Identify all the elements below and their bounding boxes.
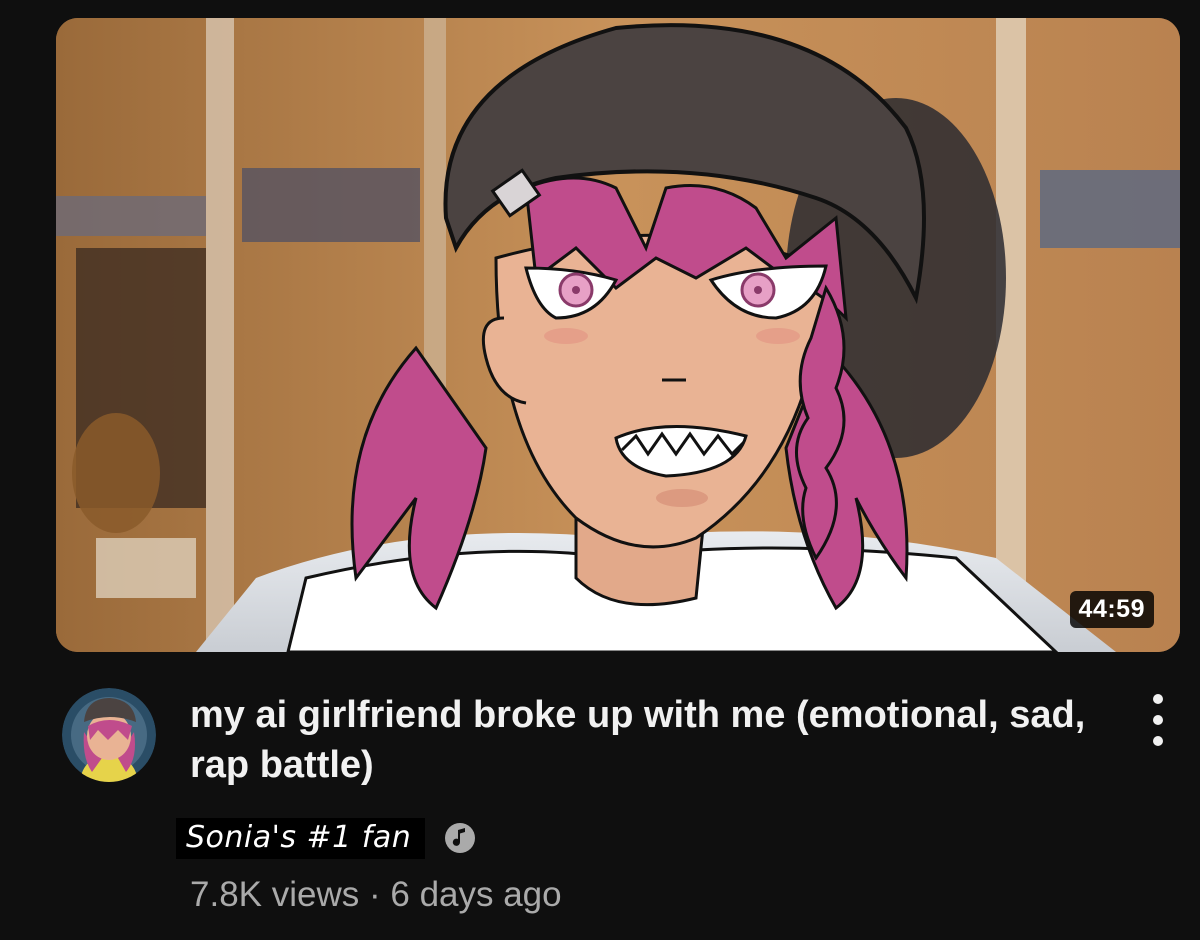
video-thumbnail[interactable]: 44:59 [56,18,1180,652]
menu-dot [1153,715,1163,725]
meta-separator: · [368,875,381,914]
channel-name[interactable]: Sonia's #1 fan [176,817,426,859]
avatar-image [62,688,156,782]
video-title[interactable]: my ai girlfriend broke up with me (emoti… [190,690,1090,790]
video-card: 44:59 my ai girlfriend broke up with me … [0,0,1200,940]
channel-row: Sonia's #1 fan [176,812,477,864]
duration-badge: 44:59 [1069,591,1154,628]
view-count: 7.8K views [190,875,360,914]
more-vert-icon[interactable] [1138,694,1178,746]
thumbnail-artwork [56,18,1180,652]
video-metadata: 7.8K views · 6 days ago [190,872,562,918]
menu-dot [1153,694,1163,704]
menu-dot [1153,736,1163,746]
channel-avatar[interactable] [62,688,156,782]
music-note-badge-icon [445,823,476,853]
upload-age: 6 days ago [390,875,562,914]
